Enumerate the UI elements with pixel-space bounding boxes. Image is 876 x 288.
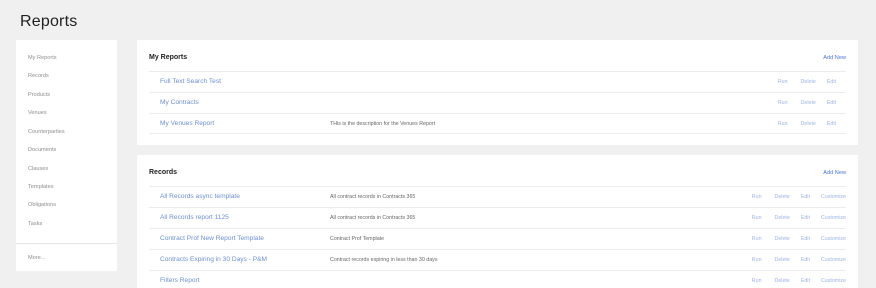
sidebar-item-templates[interactable]: Templates — [28, 184, 54, 190]
table-row: All Records async template All contract … — [149, 186, 846, 207]
edit-button[interactable]: Edit — [801, 194, 810, 200]
table-row: All Records report 1125 All contract rec… — [149, 207, 846, 228]
report-name-link[interactable]: All Records report 1125 — [160, 214, 229, 221]
sidebar-more-link[interactable]: More... — [28, 255, 45, 261]
sidebar-item-documents[interactable]: Documents — [28, 147, 56, 153]
my-reports-add-new-button[interactable]: Add New — [823, 55, 846, 61]
delete-button[interactable]: Delete — [801, 79, 816, 85]
run-button[interactable]: Run — [752, 236, 762, 242]
run-button[interactable]: Run — [778, 79, 788, 85]
run-button[interactable]: Run — [778, 100, 788, 106]
delete-button[interactable]: Delete — [775, 194, 790, 200]
customize-button[interactable]: Customize — [821, 278, 846, 284]
customize-button[interactable]: Customize — [821, 215, 846, 221]
report-name-link[interactable]: Contracts Expiring in 30 Days - P&M — [160, 256, 267, 263]
table-row: Contract Prof New Report Template Contra… — [149, 228, 846, 249]
sidebar-item-records[interactable]: Records — [28, 73, 49, 79]
run-button[interactable]: Run — [752, 215, 762, 221]
edit-button[interactable]: Edit — [827, 100, 836, 106]
report-description: Contract Prof Template — [330, 236, 385, 242]
sidebar-divider — [16, 243, 117, 244]
report-description: Contract records expiring in less than 3… — [330, 257, 438, 263]
report-name-link[interactable]: Contract Prof New Report Template — [160, 235, 264, 242]
delete-button[interactable]: Delete — [775, 257, 790, 263]
run-button[interactable]: Run — [778, 121, 788, 127]
sidebar-item-counterparties[interactable]: Counterparties — [28, 129, 65, 135]
sidebar-item-my-reports[interactable]: My Reports — [28, 55, 57, 61]
my-reports-card: My Reports Add New Full Text Search Test… — [137, 40, 858, 145]
page-title: Reports — [20, 13, 78, 30]
sidebar-item-obligations[interactable]: Obligations — [28, 202, 56, 208]
report-description: All contract records in Contracts 365 — [330, 215, 416, 221]
records-title: Records — [149, 169, 178, 176]
run-button[interactable]: Run — [752, 278, 762, 284]
table-row: My Contracts Run Delete Edit — [149, 92, 846, 113]
edit-button[interactable]: Edit — [801, 215, 810, 221]
records-add-new-button[interactable]: Add New — [823, 170, 846, 176]
sidebar-item-tasks[interactable]: Tasks — [28, 221, 42, 227]
table-row: My Venues Report THis is the description… — [149, 113, 846, 134]
sidebar-item-venues[interactable]: Venues — [28, 110, 47, 116]
records-card: Records Add New All Records async templa… — [137, 155, 858, 288]
my-reports-title: My Reports — [149, 54, 188, 61]
delete-button[interactable]: Delete — [801, 100, 816, 106]
report-name-link[interactable]: My Venues Report — [160, 120, 214, 127]
customize-button[interactable]: Customize — [821, 194, 846, 200]
report-description: All contract records in Contracts 365 — [330, 194, 416, 200]
edit-button[interactable]: Edit — [801, 236, 810, 242]
customize-button[interactable]: Customize — [821, 257, 846, 263]
edit-button[interactable]: Edit — [801, 278, 810, 284]
report-description: THis is the description for the Venues R… — [330, 121, 436, 127]
report-name-link[interactable]: All Records async template — [160, 193, 240, 200]
delete-button[interactable]: Delete — [775, 278, 790, 284]
edit-button[interactable]: Edit — [827, 121, 836, 127]
run-button[interactable]: Run — [752, 257, 762, 263]
report-name-link[interactable]: Full Text Search Test — [160, 78, 221, 85]
run-button[interactable]: Run — [752, 194, 762, 200]
report-name-link[interactable]: Filters Report — [160, 277, 200, 284]
edit-button[interactable]: Edit — [801, 257, 810, 263]
delete-button[interactable]: Delete — [801, 121, 816, 127]
table-row: Full Text Search Test Run Delete Edit — [149, 71, 846, 92]
report-name-link[interactable]: My Contracts — [160, 99, 199, 106]
sidebar-item-products[interactable]: Products — [28, 92, 50, 98]
delete-button[interactable]: Delete — [775, 215, 790, 221]
delete-button[interactable]: Delete — [775, 236, 790, 242]
edit-button[interactable]: Edit — [827, 79, 836, 85]
table-row: Contracts Expiring in 30 Days - P&M Cont… — [149, 249, 846, 270]
sidebar: My Reports Records Products Venues Count… — [16, 40, 117, 271]
sidebar-item-clauses[interactable]: Clauses — [28, 166, 48, 172]
table-row: Filters Report Run Delete Edit Customize — [149, 270, 846, 288]
customize-button[interactable]: Customize — [821, 236, 846, 242]
